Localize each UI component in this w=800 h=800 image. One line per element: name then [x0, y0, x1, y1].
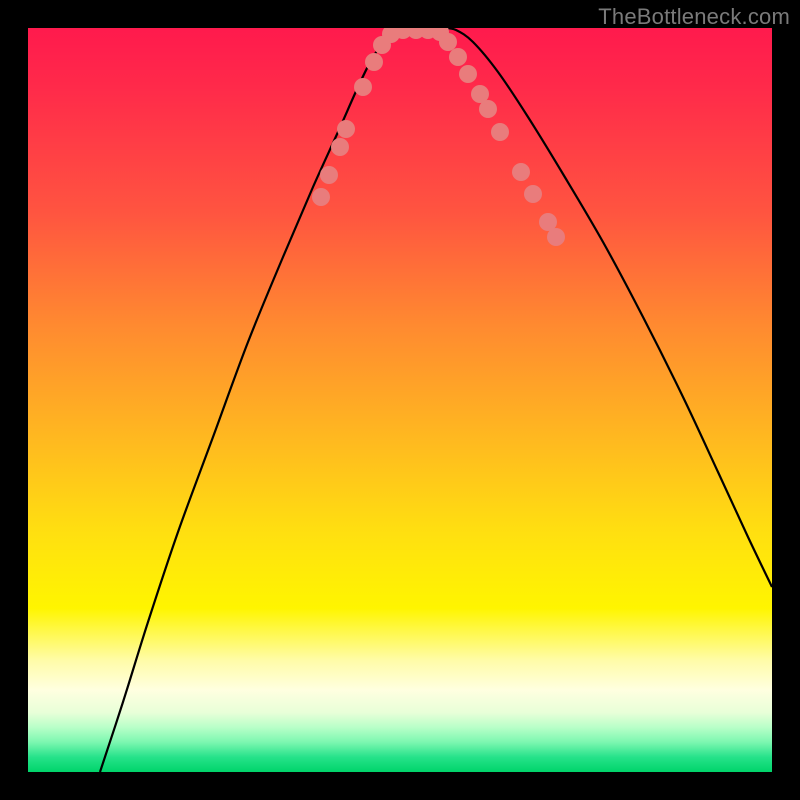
watermark-text: TheBottleneck.com: [598, 4, 790, 30]
chart-frame: TheBottleneck.com: [0, 0, 800, 800]
data-marker: [365, 53, 383, 71]
curve-overlay: [28, 28, 772, 772]
data-marker: [439, 33, 457, 51]
series-left-curve: [100, 28, 400, 772]
data-marker: [312, 188, 330, 206]
data-marker: [354, 78, 372, 96]
plot-area: [28, 28, 772, 772]
data-marker: [512, 163, 530, 181]
data-marker: [491, 123, 509, 141]
data-marker: [547, 228, 565, 246]
data-marker: [449, 48, 467, 66]
data-marker: [320, 166, 338, 184]
data-marker: [337, 120, 355, 138]
data-marker: [524, 185, 542, 203]
data-marker: [331, 138, 349, 156]
data-marker: [459, 65, 477, 83]
data-marker: [479, 100, 497, 118]
